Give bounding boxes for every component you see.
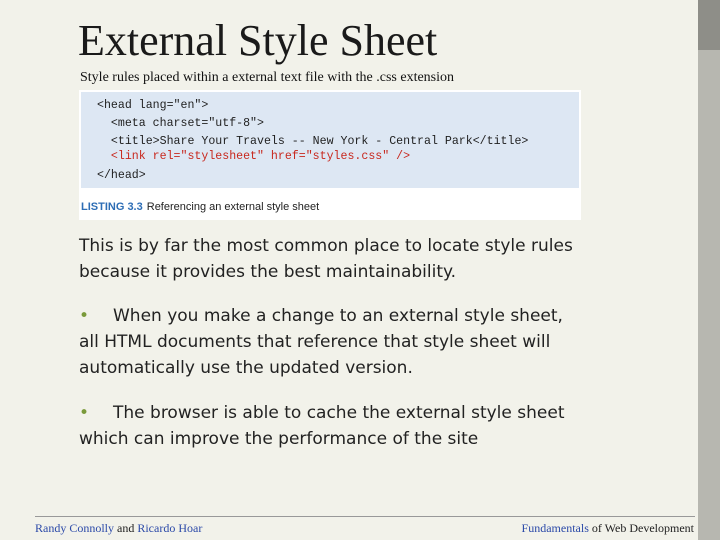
side-bar-accent xyxy=(698,0,720,50)
slide-title: External Style Sheet xyxy=(78,16,438,65)
intro-paragraph: This is by far the most common place to … xyxy=(79,236,573,282)
bullet-paragraph: • When you make a change to an external s… xyxy=(79,303,579,381)
footer-divider xyxy=(35,516,695,517)
code-line-highlighted: <link rel="stylesheet" href="styles.css"… xyxy=(97,150,411,163)
book-link[interactable]: Fundamentals xyxy=(522,521,589,535)
bullet-text: When you make a change to an external st… xyxy=(79,306,563,378)
code-line: <title>Share Your Travels -- New York - … xyxy=(97,135,529,148)
author-link[interactable]: Randy Connolly xyxy=(35,521,114,535)
footer-authors: Randy Connolly and Ricardo Hoar xyxy=(35,521,202,536)
bullet-icon: • xyxy=(79,306,90,326)
footer-joiner: and xyxy=(114,521,138,535)
code-listing: <head lang="en"> <meta charset="utf-8"> … xyxy=(79,90,581,220)
code-box: <head lang="en"> <meta charset="utf-8"> … xyxy=(81,92,579,188)
author-link[interactable]: Ricardo Hoar xyxy=(137,521,202,535)
slide-subtitle: Style rules placed within a external tex… xyxy=(80,70,455,85)
code-line: </head> xyxy=(97,169,146,182)
side-bar xyxy=(698,0,720,540)
bullet-text: The browser is able to cache the externa… xyxy=(79,403,565,449)
book-title-rest: Web Development xyxy=(604,521,694,535)
code-line: <head lang="en"> xyxy=(97,99,209,112)
bullet-paragraph: • The browser is able to cache the extern… xyxy=(79,400,579,452)
code-line: <meta charset="utf-8"> xyxy=(97,117,264,130)
listing-caption: LISTING 3.3 Referencing an external style… xyxy=(81,200,319,214)
listing-caption-label: LISTING 3.3 xyxy=(81,201,143,213)
footer-joiner: of xyxy=(588,521,605,535)
footer-book-title: Fundamentals of Web Development xyxy=(522,521,694,536)
listing-caption-text: Referencing an external style sheet xyxy=(146,201,320,213)
bullet-icon: • xyxy=(79,403,90,423)
